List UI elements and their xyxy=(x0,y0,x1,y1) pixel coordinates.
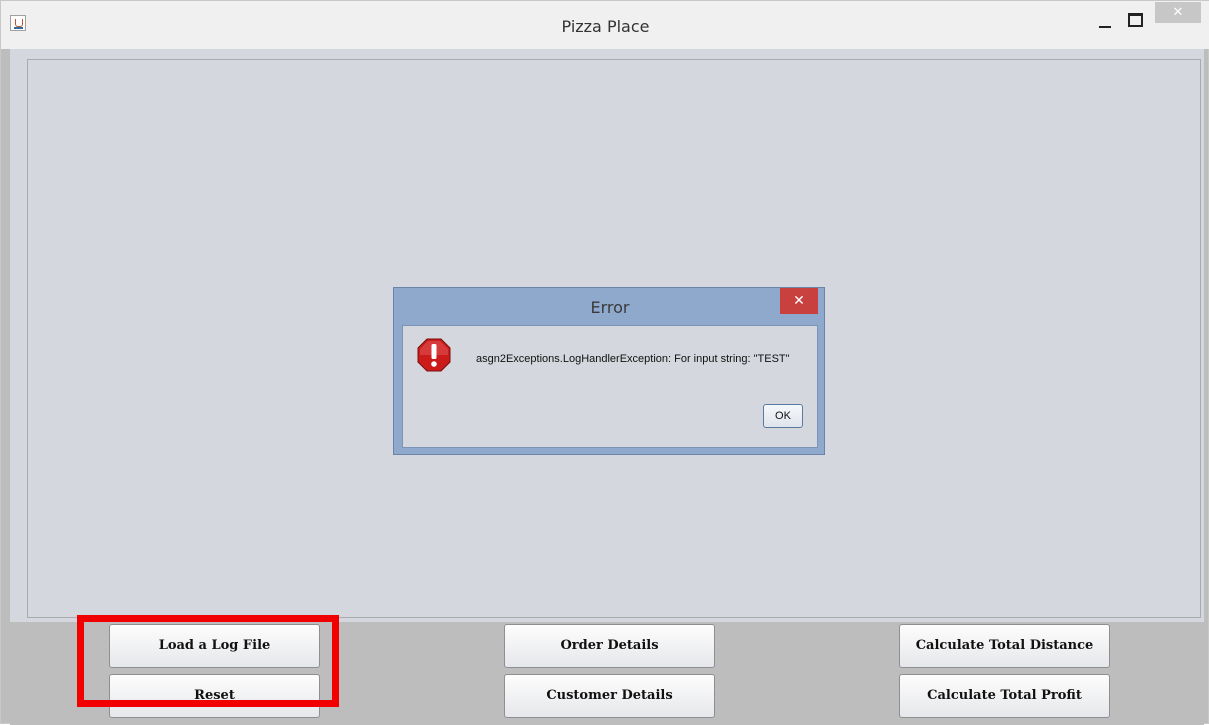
title-bar[interactable]: Pizza Place ✕ xyxy=(1,1,1209,49)
load-log-file-button[interactable]: Load a Log File xyxy=(109,624,320,668)
ok-button[interactable]: OK xyxy=(763,404,803,428)
reset-button[interactable]: Reset xyxy=(109,674,320,718)
close-icon[interactable]: ✕ xyxy=(1155,2,1201,23)
calculate-total-profit-button[interactable]: Calculate Total Profit xyxy=(899,674,1110,718)
app-window: Pizza Place ✕ Load a Log File Reset Orde… xyxy=(0,0,1209,725)
customer-details-button[interactable]: Customer Details xyxy=(504,674,715,718)
error-message: asgn2Exceptions.LogHandlerException: For… xyxy=(476,353,790,365)
dialog-title: Error xyxy=(590,298,630,317)
error-icon xyxy=(417,338,451,372)
button-bar: Load a Log File Reset Order Details Cust… xyxy=(10,622,1204,725)
calculate-total-distance-button[interactable]: Calculate Total Distance xyxy=(899,624,1110,668)
window-title: Pizza Place xyxy=(561,17,650,36)
error-dialog: Error ✕ asgn2Exceptions.LogHandlerExcept… xyxy=(393,287,825,455)
order-details-button[interactable]: Order Details xyxy=(504,624,715,668)
dialog-close-icon[interactable]: ✕ xyxy=(780,288,818,314)
maximize-icon[interactable] xyxy=(1123,7,1147,31)
dialog-body: asgn2Exceptions.LogHandlerException: For… xyxy=(402,325,818,448)
minimize-icon[interactable] xyxy=(1094,7,1118,31)
